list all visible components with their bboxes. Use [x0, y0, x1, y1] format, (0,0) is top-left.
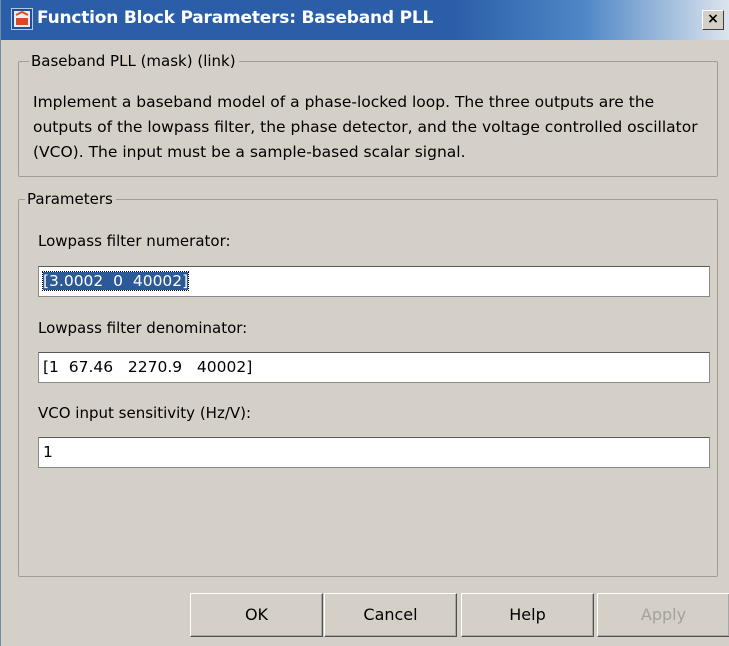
close-icon: × [707, 11, 719, 27]
numerator-value: [3.0002 0 40002] [41, 271, 190, 291]
apply-button[interactable]: Apply [597, 593, 729, 637]
help-button[interactable]: Help [461, 593, 594, 637]
cancel-button[interactable]: Cancel [324, 593, 457, 637]
numerator-input[interactable]: [3.0002 0 40002] [38, 266, 710, 297]
mask-group-label: Baseband PLL (mask) (link) [29, 52, 239, 70]
mask-description: Implement a baseband model of a phase-lo… [33, 93, 698, 161]
close-button[interactable]: × [702, 10, 724, 30]
vco-sensitivity-value: 1 [43, 443, 53, 461]
numerator-label: Lowpass filter numerator: [38, 232, 231, 250]
window-title: Function Block Parameters: Baseband PLL [37, 8, 434, 28]
parameters-group: Parameters [18, 190, 718, 577]
vco-sensitivity-label: VCO input sensitivity (Hz/V): [38, 404, 252, 422]
vco-sensitivity-input[interactable]: 1 [38, 437, 710, 468]
simulink-block-icon [11, 8, 33, 30]
denominator-value: [1 67.46 2270.9 40002] [43, 358, 253, 376]
title-bar[interactable]: Function Block Parameters: Baseband PLL … [1, 0, 729, 40]
denominator-label: Lowpass filter denominator: [38, 319, 248, 337]
denominator-input[interactable]: [1 67.46 2270.9 40002] [38, 352, 710, 383]
parameters-group-label: Parameters [25, 190, 116, 208]
dialog-window: Function Block Parameters: Baseband PLL … [0, 0, 729, 646]
ok-button[interactable]: OK [190, 593, 323, 637]
